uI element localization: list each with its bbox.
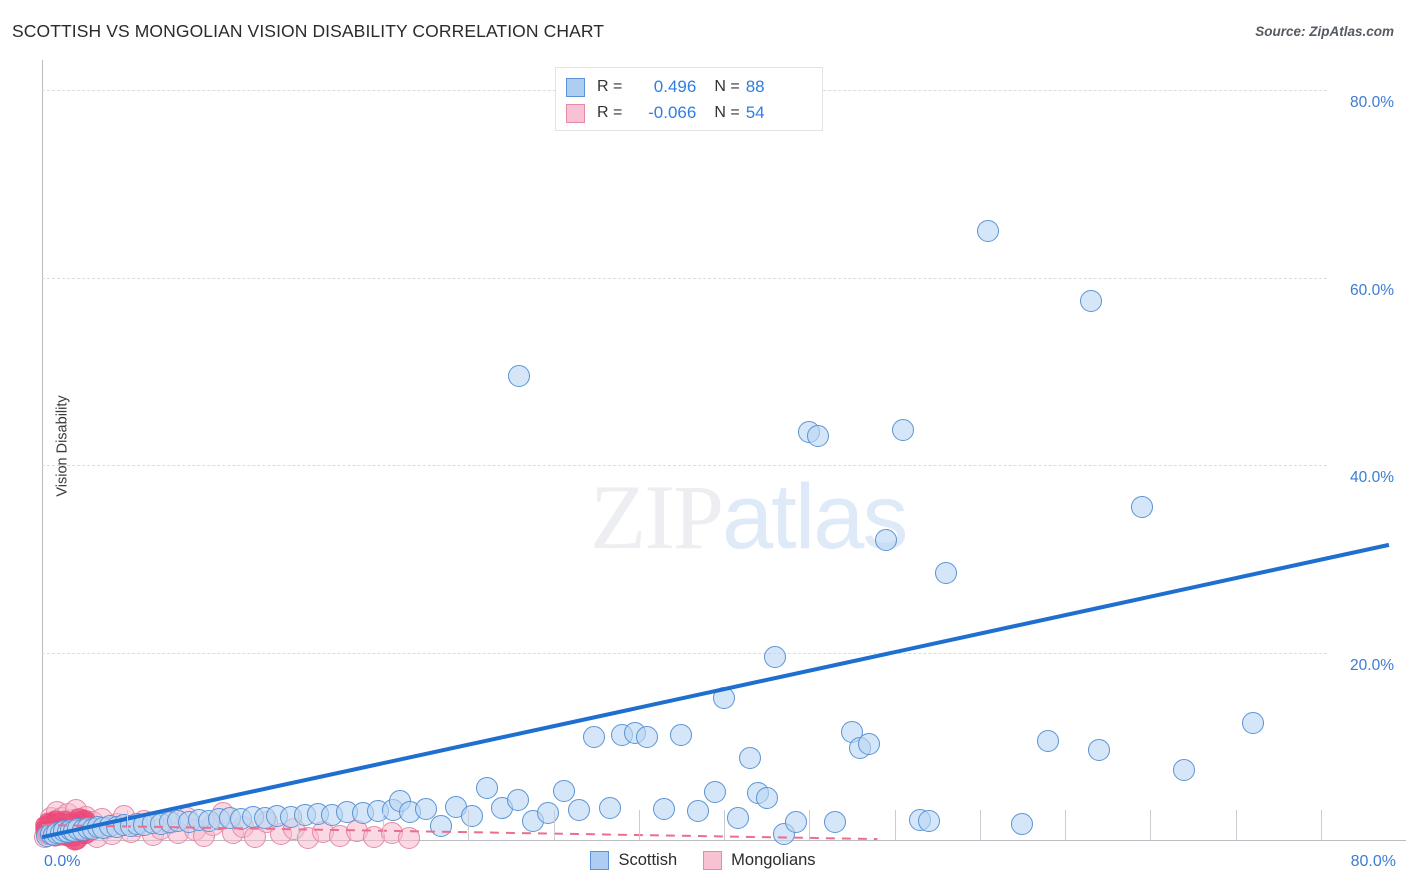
data-point: [1080, 290, 1102, 312]
legend-item-scottish[interactable]: Scottish: [590, 851, 677, 870]
x-axis-tick: [383, 810, 384, 840]
data-point: [704, 781, 726, 803]
data-point: [670, 724, 692, 746]
data-point: [824, 811, 846, 833]
gridline-20: [42, 653, 1327, 654]
data-point: [858, 733, 880, 755]
data-point: [653, 798, 675, 820]
y-tick-label: 80.0%: [1350, 94, 1394, 112]
x-axis-tick: [639, 810, 640, 840]
x-axis-tick: [895, 810, 896, 840]
data-point: [476, 777, 498, 799]
data-point: [568, 799, 590, 821]
x-axis-tick: [980, 810, 981, 840]
data-point: [1173, 759, 1195, 781]
data-point: [1242, 712, 1264, 734]
gridline-60: [42, 278, 1327, 279]
data-point: [977, 220, 999, 242]
n-label: N =: [714, 78, 739, 96]
data-point: [636, 726, 658, 748]
x-axis-tick: [213, 810, 214, 840]
y-tick-label: 20.0%: [1350, 657, 1394, 675]
watermark-zip: ZIP: [590, 466, 722, 568]
page-title: SCOTTISH VS MONGOLIAN VISION DISABILITY …: [12, 21, 604, 42]
scottish-legend-swatch: [590, 851, 609, 870]
data-point: [785, 811, 807, 833]
mongolians-swatch: [566, 104, 585, 123]
series-legend: Scottish Mongolians: [0, 851, 1406, 870]
data-point: [553, 780, 575, 802]
watermark-atlas: atlas: [722, 466, 906, 568]
data-point: [756, 787, 778, 809]
n-value: 88: [746, 77, 765, 97]
data-point: [727, 807, 749, 829]
x-axis-tick: [298, 810, 299, 840]
data-point: [430, 815, 452, 837]
legend-label: Mongolians: [731, 851, 815, 870]
scottish-swatch: [566, 78, 585, 97]
x-axis-tick: [809, 810, 810, 840]
data-point: [1037, 730, 1059, 752]
data-point: [1131, 496, 1153, 518]
gridline-40: [42, 465, 1327, 466]
x-axis-tick: [1065, 810, 1066, 840]
data-point: [892, 419, 914, 441]
r-label: R =: [597, 78, 622, 96]
data-point: [507, 789, 529, 811]
legend-label: Scottish: [618, 851, 677, 870]
data-point: [583, 726, 605, 748]
data-point: [599, 797, 621, 819]
data-point: [508, 365, 530, 387]
r-value: 0.496: [622, 77, 696, 97]
x-axis-tick: [1150, 810, 1151, 840]
x-axis-tick: [1236, 810, 1237, 840]
y-tick-label: 60.0%: [1350, 282, 1394, 300]
data-point: [687, 800, 709, 822]
data-point: [935, 562, 957, 584]
y-tick-label: 40.0%: [1350, 469, 1394, 487]
data-point: [807, 425, 829, 447]
data-point: [1088, 739, 1110, 761]
stat-row: R = -0.066 N = 54: [566, 100, 812, 126]
r-label: R =: [597, 104, 622, 122]
data-point: [398, 827, 420, 849]
correlation-stats-box: R = 0.496 N = 88 R = -0.066 N = 54: [555, 67, 823, 131]
mongolians-legend-swatch: [703, 851, 722, 870]
x-axis-tick: [724, 810, 725, 840]
data-point: [461, 805, 483, 827]
data-point: [875, 529, 897, 551]
stat-row: R = 0.496 N = 88: [566, 74, 812, 100]
n-label: N =: [714, 104, 739, 122]
data-point: [713, 687, 735, 709]
x-axis-tick: [554, 810, 555, 840]
data-point: [1011, 813, 1033, 835]
chart-root: SCOTTISH VS MONGOLIAN VISION DISABILITY …: [0, 0, 1406, 892]
x-axis-tick: [1321, 810, 1322, 840]
watermark: ZIPatlas: [590, 464, 906, 570]
n-value: 54: [746, 103, 765, 123]
x-axis-tick: [468, 810, 469, 840]
data-point: [764, 646, 786, 668]
x-axis-tick: [127, 810, 128, 840]
source-attribution: Source: ZipAtlas.com: [1255, 24, 1394, 39]
plot-area: ZIPatlas: [42, 60, 1327, 838]
r-value: -0.066: [622, 103, 696, 123]
data-point: [918, 810, 940, 832]
legend-item-mongolians[interactable]: Mongolians: [703, 851, 815, 870]
data-point: [739, 747, 761, 769]
data-point: [537, 802, 559, 824]
